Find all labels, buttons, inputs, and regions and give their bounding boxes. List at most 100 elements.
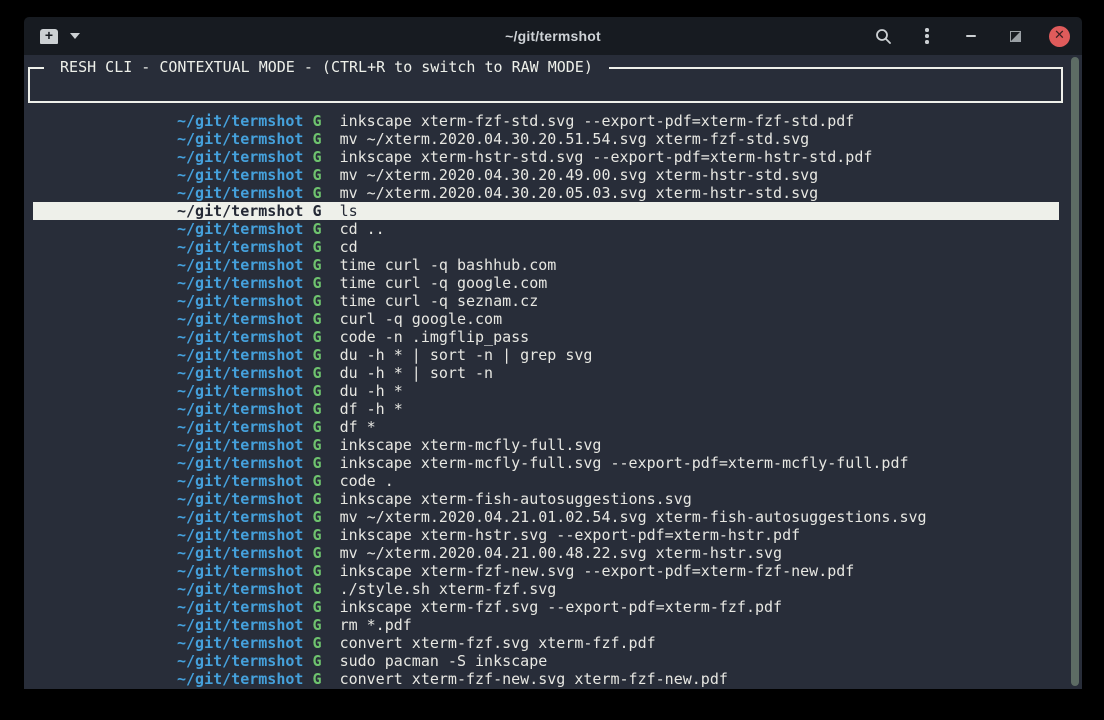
- history-row[interactable]: ~/git/termshot G df -h *: [33, 400, 1059, 418]
- row-directory: ~/git/termshot: [177, 526, 303, 544]
- history-row-selected[interactable]: ~/git/termshot G ls: [33, 202, 1059, 220]
- row-command: code -n .imgflip_pass: [340, 328, 530, 346]
- row-command: df -h *: [340, 400, 403, 418]
- row-command: du -h * | sort -n: [340, 364, 494, 382]
- new-tab-button[interactable]: [38, 27, 60, 46]
- history-row[interactable]: ~/git/termshot G mv ~/xterm.2020.04.30.2…: [33, 166, 1059, 184]
- history-row[interactable]: ~/git/termshot G sudo pacman -S inkscape: [33, 652, 1059, 670]
- new-tab-icon: [40, 29, 58, 44]
- row-directory: ~/git/termshot: [177, 166, 303, 184]
- row-git-marker: G: [312, 670, 321, 688]
- row-git-marker: G: [312, 652, 321, 670]
- row-directory: ~/git/termshot: [177, 418, 303, 436]
- history-row[interactable]: ~/git/termshot G inkscape xterm-fzf-new.…: [33, 562, 1059, 580]
- history-row[interactable]: ~/git/termshot G time curl -q google.com: [33, 274, 1059, 292]
- row-directory: ~/git/termshot: [177, 490, 303, 508]
- restore-icon: [1010, 31, 1021, 42]
- row-directory: ~/git/termshot: [177, 508, 303, 526]
- row-git-marker: G: [312, 562, 321, 580]
- row-directory: ~/git/termshot: [177, 598, 303, 616]
- row-directory: ~/git/termshot: [177, 364, 303, 382]
- history-row[interactable]: ~/git/termshot G mv ~/xterm.2020.04.21.0…: [33, 544, 1059, 562]
- row-git-marker: G: [312, 310, 321, 328]
- history-row[interactable]: ~/git/termshot G inkscape xterm-fzf.svg …: [33, 598, 1059, 616]
- history-row[interactable]: ~/git/termshot G convert xterm-fzf.svg x…: [33, 634, 1059, 652]
- history-row[interactable]: ~/git/termshot G du -h * | sort -n: [33, 364, 1059, 382]
- restore-button[interactable]: [1005, 26, 1025, 46]
- history-row[interactable]: ~/git/termshot G time curl -q bashhub.co…: [33, 256, 1059, 274]
- scrollbar[interactable]: [1071, 57, 1079, 686]
- row-command: du -h *: [340, 382, 403, 400]
- history-row[interactable]: ~/git/termshot G code -n .imgflip_pass: [33, 328, 1059, 346]
- history-row[interactable]: ~/git/termshot G inkscape xterm-mcfly-fu…: [33, 436, 1059, 454]
- titlebar-left-controls: [38, 17, 80, 55]
- row-git-marker: G: [312, 544, 321, 562]
- row-directory: ~/git/termshot: [177, 220, 303, 238]
- row-directory: ~/git/termshot: [177, 670, 303, 688]
- row-command: rm *.pdf: [340, 616, 412, 634]
- menu-button[interactable]: [917, 26, 937, 46]
- row-command: inkscape xterm-hstr-std.svg --export-pdf…: [340, 148, 873, 166]
- row-command: convert xterm-fzf.svg xterm-fzf.pdf: [340, 634, 656, 652]
- row-command: df *: [340, 418, 376, 436]
- history-row[interactable]: ~/git/termshot G ./style.sh xterm-fzf.sv…: [33, 580, 1059, 598]
- row-git-marker: G: [312, 400, 321, 418]
- row-git-marker: G: [312, 238, 321, 256]
- search-button[interactable]: [873, 26, 893, 46]
- row-command: mv ~/xterm.2020.04.30.20.51.54.svg xterm…: [340, 130, 810, 148]
- history-row[interactable]: ~/git/termshot G cd ..: [33, 220, 1059, 238]
- history-row[interactable]: ~/git/termshot G mv ~/xterm.2020.04.21.0…: [33, 508, 1059, 526]
- row-git-marker: G: [312, 472, 321, 490]
- history-row[interactable]: ~/git/termshot G inkscape xterm-hstr.svg…: [33, 526, 1059, 544]
- row-git-marker: G: [312, 274, 321, 292]
- row-git-marker: G: [312, 220, 321, 238]
- history-row[interactable]: ~/git/termshot G inkscape xterm-mcfly-fu…: [33, 454, 1059, 472]
- resh-search-input[interactable]: [32, 71, 1059, 99]
- history-row[interactable]: ~/git/termshot G inkscape xterm-hstr-std…: [33, 148, 1059, 166]
- close-button[interactable]: ✕: [1049, 26, 1070, 47]
- row-command: time curl -q google.com: [340, 274, 548, 292]
- resh-header-box: RESH CLI - CONTEXTUAL MODE - (CTRL+R to …: [28, 67, 1063, 103]
- history-row[interactable]: ~/git/termshot G mv ~/xterm.2020.04.30.2…: [33, 130, 1059, 148]
- row-git-marker: G: [312, 508, 321, 526]
- history-row[interactable]: ~/git/termshot G df *: [33, 418, 1059, 436]
- chevron-down-icon[interactable]: [70, 33, 80, 39]
- minimize-button[interactable]: [961, 26, 981, 46]
- history-row[interactable]: ~/git/termshot G code .: [33, 472, 1059, 490]
- titlebar: ~/git/termshot ✕: [24, 17, 1082, 55]
- history-row[interactable]: ~/git/termshot G du -h *: [33, 382, 1059, 400]
- row-command: inkscape xterm-hstr.svg --export-pdf=xte…: [340, 526, 801, 544]
- row-git-marker: G: [312, 580, 321, 598]
- row-directory: ~/git/termshot: [177, 544, 303, 562]
- row-directory: ~/git/termshot: [177, 436, 303, 454]
- history-row[interactable]: ~/git/termshot G curl -q google.com: [33, 310, 1059, 328]
- history-row[interactable]: ~/git/termshot G cd: [33, 238, 1059, 256]
- row-directory: ~/git/termshot: [177, 256, 303, 274]
- row-directory: ~/git/termshot: [177, 616, 303, 634]
- row-directory: ~/git/termshot: [177, 130, 303, 148]
- row-directory: ~/git/termshot: [177, 184, 303, 202]
- row-git-marker: G: [312, 364, 321, 382]
- row-directory: ~/git/termshot: [177, 202, 303, 220]
- history-row[interactable]: ~/git/termshot G mv ~/xterm.2020.04.30.2…: [33, 184, 1059, 202]
- row-command: code .: [340, 472, 394, 490]
- kebab-menu-icon: [925, 28, 929, 44]
- row-git-marker: G: [312, 292, 321, 310]
- row-directory: ~/git/termshot: [177, 382, 303, 400]
- row-git-marker: G: [312, 382, 321, 400]
- history-row[interactable]: ~/git/termshot G du -h * | sort -n | gre…: [33, 346, 1059, 364]
- row-directory: ~/git/termshot: [177, 310, 303, 328]
- history-row[interactable]: ~/git/termshot G rm *.pdf: [33, 616, 1059, 634]
- row-git-marker: G: [312, 256, 321, 274]
- row-command: ls: [340, 202, 358, 220]
- history-row[interactable]: ~/git/termshot G time curl -q seznam.cz: [33, 292, 1059, 310]
- row-command: time curl -q bashhub.com: [340, 256, 557, 274]
- row-git-marker: G: [312, 166, 321, 184]
- history-row[interactable]: ~/git/termshot G inkscape xterm-fzf-std.…: [33, 112, 1059, 130]
- row-command: inkscape xterm-fzf-new.svg --export-pdf=…: [340, 562, 855, 580]
- row-command: mv ~/xterm.2020.04.21.00.48.22.svg xterm…: [340, 544, 783, 562]
- history-row[interactable]: ~/git/termshot G convert xterm-fzf-new.s…: [33, 670, 1059, 688]
- row-git-marker: G: [312, 436, 321, 454]
- row-directory: ~/git/termshot: [177, 634, 303, 652]
- history-row[interactable]: ~/git/termshot G inkscape xterm-fish-aut…: [33, 490, 1059, 508]
